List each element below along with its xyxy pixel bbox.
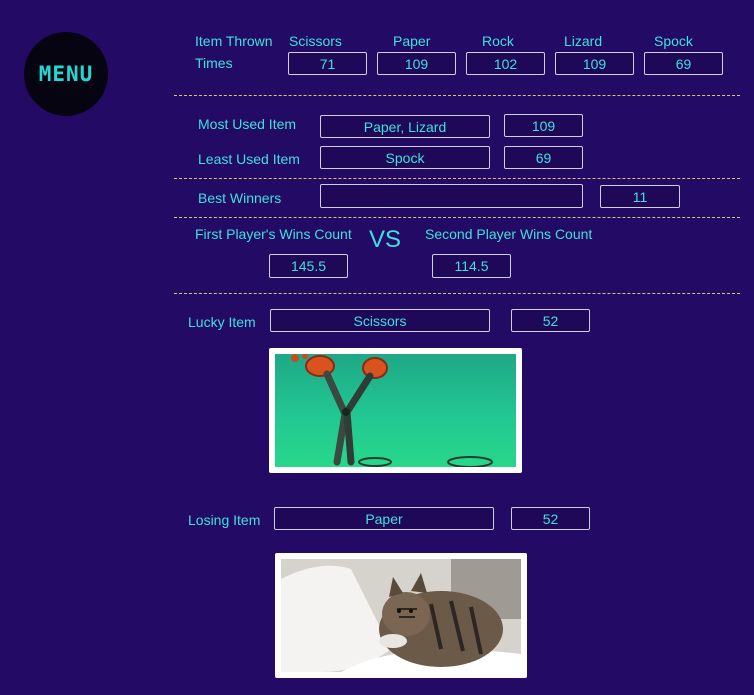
best-winners-field[interactable] [320, 184, 583, 208]
least-used-label: Least Used Item [198, 151, 300, 167]
times-label: Times [195, 55, 233, 71]
cat-paper-image [275, 553, 527, 678]
count-scissors-field[interactable]: 71 [288, 52, 367, 75]
lucky-item-field[interactable]: Scissors [270, 309, 490, 332]
most-used-field[interactable]: Paper, Lizard [320, 115, 490, 138]
section-divider [174, 95, 740, 96]
scissors-icon [291, 354, 493, 467]
most-used-count-field[interactable]: 109 [504, 114, 583, 137]
column-name-scissors: Scissors [289, 33, 342, 49]
losing-item-field[interactable]: Paper [274, 507, 494, 530]
column-name-rock: Rock [482, 33, 514, 49]
section-divider [174, 217, 740, 218]
section-divider [174, 178, 740, 179]
column-name-paper: Paper [393, 33, 431, 49]
losing-item-label: Losing Item [188, 512, 261, 528]
second-player-wins-field[interactable]: 114.5 [432, 254, 511, 278]
menu-button[interactable]: MENU [24, 32, 108, 116]
best-winners-label: Best Winners [198, 190, 282, 206]
first-player-wins-field[interactable]: 145.5 [269, 254, 348, 278]
first-player-wins-label: First Player's Wins Count [195, 226, 352, 242]
item-thrown-label: Item Thrown [195, 33, 273, 49]
count-lizard-field[interactable]: 109 [555, 52, 634, 75]
cat-icon [281, 559, 521, 672]
count-spock-field[interactable]: 69 [644, 52, 723, 75]
losing-item-count-field[interactable]: 52 [511, 507, 590, 530]
most-used-label: Most Used Item [198, 116, 297, 132]
column-name-spock: Spock [654, 33, 693, 49]
second-player-wins-label: Second Player Wins Count [425, 226, 593, 242]
least-used-count-field[interactable]: 69 [504, 146, 583, 169]
vs-label: VS [369, 226, 402, 253]
best-winners-count-field[interactable]: 11 [600, 185, 680, 208]
scissors-animation-image [269, 348, 522, 473]
least-used-field[interactable]: Spock [320, 146, 490, 169]
lucky-item-label: Lucky Item [188, 314, 256, 330]
lucky-item-count-field[interactable]: 52 [511, 309, 590, 332]
count-rock-field[interactable]: 102 [466, 52, 545, 75]
count-paper-field[interactable]: 109 [377, 52, 456, 75]
column-name-lizard: Lizard [564, 33, 603, 49]
section-divider [174, 293, 740, 294]
